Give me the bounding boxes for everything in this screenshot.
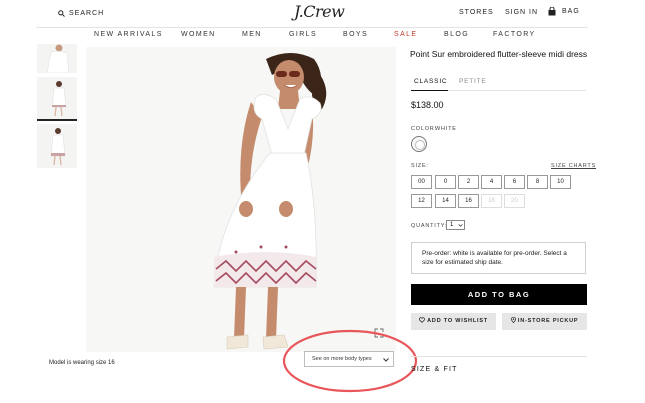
size-option[interactable]: 4 — [481, 175, 502, 189]
nav-girls[interactable]: GIRLS — [289, 31, 317, 38]
heart-icon — [419, 317, 426, 323]
stores-link[interactable]: STORES — [459, 9, 494, 16]
location-pin-icon — [510, 316, 516, 324]
size-fit-toggle[interactable]: SIZE & FIT — [411, 366, 458, 373]
add-to-wishlist-label: ADD TO WISHLIST — [427, 318, 488, 324]
nav-factory[interactable]: FACTORY — [493, 31, 536, 38]
color-label: COLOR: — [411, 126, 437, 132]
preorder-text: Pre-order: white is available for pre-or… — [422, 250, 567, 266]
logo[interactable]: J.Crew — [294, 2, 345, 21]
thumbnail-image — [46, 44, 70, 73]
annotation-circle — [282, 329, 418, 393]
search-icon — [58, 9, 65, 17]
bag-label: BAG — [562, 8, 580, 15]
size-option[interactable]: 12 — [411, 194, 432, 208]
nav-men[interactable]: MEN — [242, 31, 262, 38]
in-store-pickup-label: IN-STORE PICKUP — [517, 318, 579, 324]
add-to-wishlist-button[interactable]: ADD TO WISHLIST — [411, 313, 496, 330]
tabs-divider — [448, 90, 586, 91]
product-hero-image[interactable] — [86, 47, 396, 352]
thumbnail-1[interactable] — [37, 44, 77, 73]
size-option[interactable]: 00 — [411, 175, 432, 189]
size-label: SIZE: — [411, 163, 429, 169]
thumbnail-image — [51, 81, 67, 117]
tab-classic-underline — [411, 90, 448, 91]
sign-in-link[interactable]: SIGN IN — [505, 9, 538, 16]
size-option[interactable]: 14 — [435, 194, 456, 208]
nav-sale[interactable]: SALE — [394, 31, 418, 38]
quantity-select[interactable]: 1 — [446, 220, 465, 230]
product-title: Point Sur embroidered flutter-sleeve mid… — [410, 49, 588, 59]
chevron-down-icon — [458, 224, 463, 227]
size-option[interactable]: 2 — [458, 175, 479, 189]
search-label: SEARCH — [69, 9, 105, 17]
model-size-caption: Model is wearing size 16 — [49, 360, 115, 366]
bag-link[interactable]: BAG — [548, 7, 580, 16]
add-to-bag-button[interactable]: ADD TO BAG — [411, 284, 587, 305]
size-option[interactable]: 10 — [550, 175, 571, 189]
quantity-value: 1 — [450, 222, 454, 228]
nav-women[interactable]: WOMEN — [181, 31, 216, 38]
tab-classic[interactable]: CLASSIC — [414, 78, 447, 85]
preorder-notice: Pre-order: white is available for pre-or… — [411, 242, 586, 274]
color-swatch-white[interactable] — [411, 136, 427, 152]
nav-blog[interactable]: BLOG — [444, 31, 469, 38]
nav-boys[interactable]: BOYS — [343, 31, 368, 38]
tab-petite[interactable]: PETITE — [459, 78, 487, 85]
color-value: WHITE — [435, 126, 457, 132]
bag-icon — [548, 7, 556, 16]
color-swatch-inner — [415, 140, 425, 150]
size-option[interactable]: 0 — [435, 175, 456, 189]
model-photo — [213, 53, 327, 350]
size-fit-divider — [411, 356, 587, 357]
product-price: $138.00 — [411, 100, 444, 110]
size-option[interactable]: 8 — [527, 175, 548, 189]
main-nav: NEW ARRIVALS WOMEN MEN GIRLS BOYS SALE B… — [0, 31, 645, 45]
thumbnail-image — [50, 128, 66, 166]
thumbnail-2[interactable] — [37, 77, 77, 121]
header-divider — [36, 27, 588, 28]
nav-new-arrivals[interactable]: NEW ARRIVALS — [94, 31, 163, 38]
size-option[interactable]: 6 — [504, 175, 525, 189]
size-option-unavailable: 18 — [481, 194, 502, 208]
search-link[interactable]: SEARCH — [58, 8, 104, 18]
quantity-label: QUANTITY: — [411, 223, 448, 229]
size-option[interactable]: 16 — [458, 194, 479, 208]
thumbnail-3[interactable] — [37, 124, 77, 168]
in-store-pickup-button[interactable]: IN-STORE PICKUP — [502, 313, 587, 330]
size-charts-link[interactable]: SIZE CHARTS — [551, 163, 596, 169]
size-option-unavailable: 20 — [504, 194, 525, 208]
